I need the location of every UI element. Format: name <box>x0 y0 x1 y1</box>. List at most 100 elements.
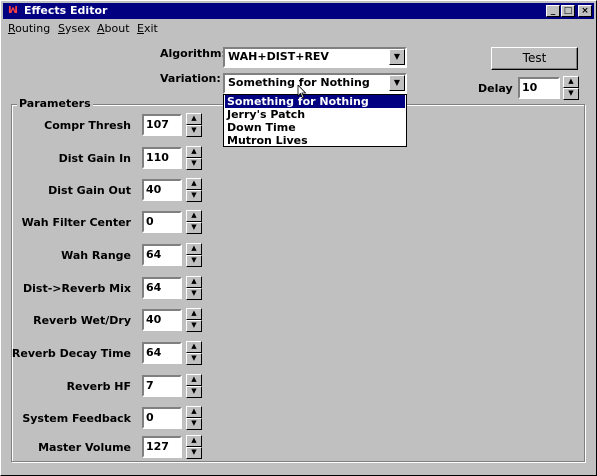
variation-dropdown-button[interactable]: ▼ <box>389 75 405 91</box>
spin-up-icon[interactable]: ▲ <box>563 76 579 88</box>
param-spinner[interactable]: ▲ ▼ <box>186 178 202 202</box>
param-input[interactable]: 64 <box>142 342 182 364</box>
variation-option-selected[interactable]: Something for Nothing <box>225 95 405 108</box>
parameters-title: Parameters <box>17 97 93 110</box>
variation-option[interactable]: Jerry's Patch <box>225 108 405 121</box>
param-spinner[interactable]: ▲ ▼ <box>186 374 202 398</box>
minimize-button[interactable]: _ <box>546 5 560 17</box>
window-title: Effects Editor <box>24 4 108 17</box>
variation-option[interactable]: Down Time <box>225 121 405 134</box>
param-value: 107 <box>146 118 169 131</box>
param-value: 64 <box>146 346 162 359</box>
algorithm-label: Algorithm: <box>160 47 226 60</box>
chevron-down-icon: ▼ <box>393 52 401 61</box>
param-spinner[interactable]: ▲ ▼ <box>186 113 202 137</box>
param-label: Reverb Decay Time <box>11 347 131 360</box>
spin-up-icon[interactable]: ▲ <box>186 406 202 418</box>
maximize-icon: □ <box>563 6 573 16</box>
param-input[interactable]: 40 <box>142 309 182 331</box>
spin-up-icon[interactable]: ▲ <box>186 146 202 158</box>
spin-down-icon[interactable]: ▼ <box>186 190 202 202</box>
param-input[interactable]: 110 <box>142 147 182 169</box>
param-label: Compr Thresh <box>44 119 131 132</box>
spin-down-icon[interactable]: ▼ <box>186 158 202 170</box>
param-label: Master Volume <box>38 441 131 454</box>
param-spinner[interactable]: ▲ ▼ <box>186 210 202 234</box>
delay-input[interactable]: 10 <box>518 77 560 99</box>
param-label: System Feedback <box>22 412 131 425</box>
spin-down-icon[interactable]: ▼ <box>186 353 202 365</box>
param-label: Dist Gain Out <box>48 184 131 197</box>
param-label: Wah Filter Center <box>21 216 131 229</box>
spin-up-icon[interactable]: ▲ <box>186 243 202 255</box>
param-spinner[interactable]: ▲ ▼ <box>186 341 202 365</box>
spin-up-icon[interactable]: ▲ <box>186 178 202 190</box>
param-label: Dist->Reverb Mix <box>23 282 131 295</box>
title-bar: ꟽ Effects Editor _ □ × <box>3 3 594 19</box>
param-spinner[interactable]: ▲ ▼ <box>186 406 202 430</box>
variation-label: Variation: <box>160 72 221 85</box>
spin-down-icon[interactable]: ▼ <box>186 125 202 137</box>
spin-up-icon[interactable]: ▲ <box>186 308 202 320</box>
mouse-cursor-icon <box>297 85 307 99</box>
spin-up-icon[interactable]: ▲ <box>186 113 202 125</box>
param-input[interactable]: 40 <box>142 179 182 201</box>
effects-app-icon[interactable]: ꟽ <box>5 4 21 18</box>
delay-spinner[interactable]: ▲ ▼ <box>563 76 579 100</box>
menu-exit[interactable]: Exit <box>137 22 158 35</box>
spin-down-icon[interactable]: ▼ <box>186 386 202 398</box>
spin-up-icon[interactable]: ▲ <box>186 374 202 386</box>
param-input[interactable]: 127 <box>142 436 182 458</box>
test-button[interactable]: Test <box>491 47 578 70</box>
variation-select[interactable]: Something for Nothing ▼ <box>223 73 407 94</box>
variation-option[interactable]: Mutron Lives <box>225 134 405 147</box>
algorithm-select[interactable]: WAH+DIST+REV ▼ <box>223 47 407 68</box>
spin-down-icon[interactable]: ▼ <box>186 288 202 300</box>
param-label: Dist Gain In <box>58 152 131 165</box>
param-label: Wah Range <box>61 249 131 262</box>
param-spinner[interactable]: ▲ ▼ <box>186 276 202 300</box>
param-input[interactable]: 0 <box>142 407 182 429</box>
spin-up-icon[interactable]: ▲ <box>186 341 202 353</box>
spin-down-icon[interactable]: ▼ <box>186 255 202 267</box>
param-value: 0 <box>146 411 154 424</box>
spin-up-icon[interactable]: ▲ <box>186 210 202 222</box>
param-spinner[interactable]: ▲ ▼ <box>186 243 202 267</box>
param-value: 7 <box>146 379 154 392</box>
chevron-down-icon: ▼ <box>393 78 401 87</box>
spin-down-icon[interactable]: ▼ <box>186 320 202 332</box>
close-icon: × <box>581 6 589 16</box>
maximize-button[interactable]: □ <box>561 5 575 17</box>
param-value: 40 <box>146 183 162 196</box>
param-input[interactable]: 0 <box>142 211 182 233</box>
menu-sysex[interactable]: Sysex <box>58 22 90 35</box>
param-input[interactable]: 7 <box>142 375 182 397</box>
delay-label: Delay <box>478 82 513 95</box>
spin-up-icon[interactable]: ▲ <box>186 435 202 447</box>
param-value: 110 <box>146 151 169 164</box>
spin-down-icon[interactable]: ▼ <box>563 88 579 100</box>
param-value: 64 <box>146 281 162 294</box>
spin-down-icon[interactable]: ▼ <box>186 447 202 459</box>
param-spinner[interactable]: ▲ ▼ <box>186 435 202 459</box>
spin-down-icon[interactable]: ▼ <box>186 418 202 430</box>
menu-about[interactable]: About <box>97 22 130 35</box>
param-spinner[interactable]: ▲ ▼ <box>186 146 202 170</box>
param-label: Reverb HF <box>66 380 131 393</box>
param-spinner[interactable]: ▲ ▼ <box>186 308 202 332</box>
algorithm-value: WAH+DIST+REV <box>228 50 329 63</box>
param-input[interactable]: 64 <box>142 277 182 299</box>
minimize-icon: _ <box>550 6 556 16</box>
spin-up-icon[interactable]: ▲ <box>186 276 202 288</box>
param-input[interactable]: 64 <box>142 244 182 266</box>
param-value: 0 <box>146 215 154 228</box>
variation-dropdown-list[interactable]: Something for Nothing Jerry's Patch Down… <box>223 94 407 147</box>
menu-routing[interactable]: Routing <box>8 22 50 35</box>
close-button[interactable]: × <box>578 5 592 17</box>
param-input[interactable]: 107 <box>142 114 182 136</box>
spin-down-icon[interactable]: ▼ <box>186 222 202 234</box>
param-value: 127 <box>146 440 169 453</box>
delay-value: 10 <box>522 81 538 94</box>
param-value: 64 <box>146 248 162 261</box>
algorithm-dropdown-button[interactable]: ▼ <box>389 49 405 65</box>
